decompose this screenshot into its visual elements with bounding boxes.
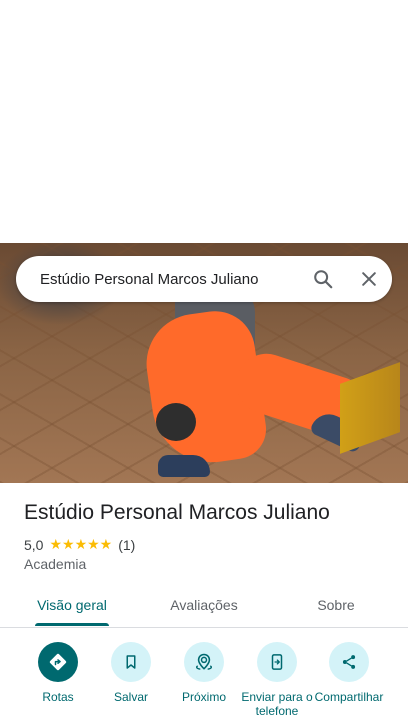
photo-gym-machine	[340, 362, 400, 454]
photo-kettlebell	[156, 403, 196, 441]
send-to-phone-button[interactable]: Enviar para o telefone	[239, 642, 315, 718]
star-rating-icon: ★★★★★	[49, 536, 113, 552]
photo-shoe-front	[158, 455, 210, 477]
save-button[interactable]: Salvar	[93, 642, 169, 704]
nearby-button[interactable]: Próximo	[166, 642, 242, 704]
search-input[interactable]: Estúdio Personal Marcos Juliano	[16, 271, 300, 288]
place-category[interactable]: Academia	[24, 556, 86, 572]
tab-overview[interactable]: Visão geral	[24, 585, 120, 625]
rating-count: (1)	[118, 536, 136, 553]
rating-row[interactable]: 5,0 ★★★★★ (1)	[24, 536, 135, 553]
tab-reviews[interactable]: Avaliações	[156, 585, 252, 625]
place-title: Estúdio Personal Marcos Juliano	[24, 501, 330, 524]
share-button[interactable]: Compartilhar	[311, 642, 387, 704]
tab-bar: Visão geral Avaliações Sobre	[0, 585, 408, 628]
tab-about[interactable]: Sobre	[298, 585, 374, 625]
share-icon	[329, 642, 369, 682]
send-to-phone-icon	[257, 642, 297, 682]
search-bar[interactable]: Estúdio Personal Marcos Juliano	[16, 256, 392, 302]
search-icon[interactable]	[300, 256, 346, 302]
close-icon[interactable]	[346, 256, 392, 302]
action-buttons: Rotas Salvar Próximo Enviar para o telef…	[0, 642, 408, 726]
directions-icon	[38, 642, 78, 682]
share-label: Compartilhar	[314, 690, 384, 704]
nearby-icon	[184, 642, 224, 682]
nearby-label: Próximo	[181, 690, 226, 704]
send-to-phone-label: Enviar para o telefone	[241, 690, 313, 718]
rating-value: 5,0	[24, 536, 44, 553]
directions-button[interactable]: Rotas	[20, 642, 96, 704]
directions-label: Rotas	[42, 690, 74, 704]
active-tab-indicator	[35, 623, 109, 626]
save-label: Salvar	[113, 690, 148, 704]
bookmark-icon	[111, 642, 151, 682]
